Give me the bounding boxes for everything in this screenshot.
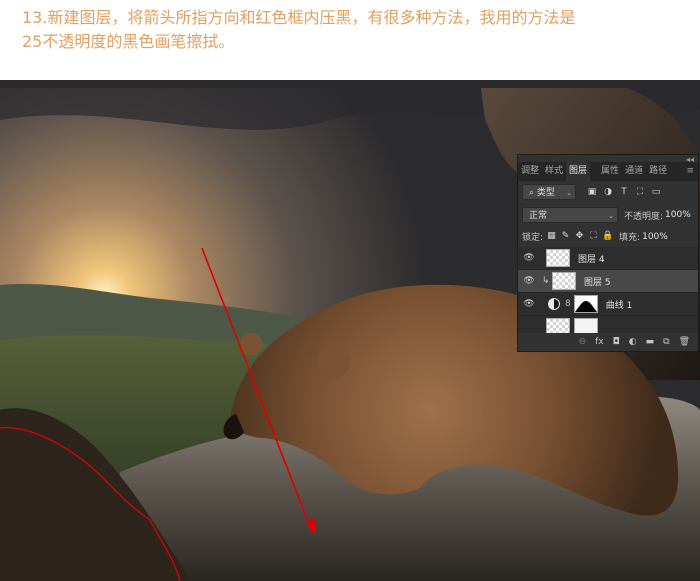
panel-menu-icon[interactable]: ≡: [686, 162, 698, 181]
layer-row-layer-4[interactable]: 👁 图层 4: [518, 247, 698, 270]
layer-mask-thumbnail: [573, 295, 598, 313]
pixel-layer-filter-icon[interactable]: ▣: [586, 186, 598, 198]
layer-thumbnail: [552, 272, 576, 290]
tab-styles[interactable]: 样式: [542, 162, 566, 181]
canvas-top-bar: [0, 80, 700, 88]
lock-image-pixels-icon[interactable]: ✎: [560, 231, 571, 242]
tab-properties[interactable]: 属性: [598, 162, 622, 181]
layers-footer-toolbar: ⊖ fx ◘ ◐ ▬ ⧉ 🗑: [518, 333, 698, 351]
layer-mask-thumbnail: [574, 318, 598, 333]
type-layer-filter-icon[interactable]: T: [618, 186, 630, 198]
layer-style-fx-icon[interactable]: fx: [595, 336, 604, 348]
layer-filter-value: 类型: [536, 188, 555, 198]
layer-row-layer-5[interactable]: 👁 ↳ 图层 5: [518, 270, 698, 293]
tab-channels[interactable]: 通道: [622, 162, 646, 181]
blend-mode-value: 正常: [529, 211, 548, 221]
trash-icon[interactable]: 🗑: [679, 336, 690, 348]
lock-transparency-icon[interactable]: ▦: [546, 231, 557, 242]
layer-thumbnail: [546, 249, 570, 267]
layer-name[interactable]: 图层 4: [578, 252, 605, 265]
shape-layer-filter-icon[interactable]: ⛶: [634, 186, 646, 198]
layers-list: 👁 图层 4 👁 ↳ 图层 5 👁 8 曲线 1: [518, 247, 698, 333]
layer-filter-row: ⌕ 类型 ⌄ ▣ ◑ T ⛶ ▭: [518, 183, 698, 201]
layer-filter-dropdown[interactable]: ⌕ 类型 ⌄: [522, 184, 576, 200]
link-icon: 8: [565, 299, 571, 309]
adjustment-layer-icon: [548, 298, 560, 310]
curve-mask-shape: [574, 301, 597, 312]
filter-icon-group: ▣ ◑ T ⛶ ▭: [586, 186, 662, 198]
panel-tab-bar: 调整 样式 图层 属性 通道 路径 ≡: [518, 162, 698, 181]
layer-name[interactable]: 图层 5: [584, 275, 611, 288]
layer-thumbnail: [546, 318, 570, 333]
layer-row-partial[interactable]: [518, 316, 698, 333]
adjustment-layer-filter-icon[interactable]: ◑: [602, 186, 614, 198]
tab-layers[interactable]: 图层: [566, 162, 591, 181]
new-adjustment-icon[interactable]: ◐: [629, 336, 637, 348]
new-group-icon[interactable]: ▬: [646, 336, 655, 348]
lock-position-icon[interactable]: ✥: [574, 231, 585, 242]
tab-paths[interactable]: 路径: [646, 162, 670, 181]
eye-icon[interactable]: 👁: [522, 276, 536, 286]
add-mask-icon[interactable]: ◘: [613, 336, 620, 348]
opacity-value[interactable]: 100%: [665, 210, 691, 220]
opacity-label: 不透明度:: [624, 211, 664, 222]
eye-icon[interactable]: 👁: [522, 253, 536, 263]
bear-ear: [318, 346, 350, 378]
eye-icon[interactable]: 👁: [522, 299, 536, 309]
search-icon: ⌕: [529, 188, 535, 198]
blend-mode-dropdown[interactable]: 正常 ⌄: [522, 207, 618, 223]
lock-artboard-icon[interactable]: ⛶: [588, 231, 599, 242]
instruction-text: 13.新建图层，将箭头所指方向和红色框内压黑，有很多种方法，我用的方法是 25不…: [22, 6, 682, 54]
layer-row-curves-1[interactable]: 👁 8 曲线 1: [518, 293, 698, 316]
fill-value[interactable]: 100%: [642, 232, 668, 242]
lock-all-icon[interactable]: 🔒: [602, 231, 613, 242]
lock-icon-group: ▦ ✎ ✥ ⛶ 🔒: [546, 231, 613, 242]
lock-label: 锁定:: [522, 233, 544, 243]
chevron-down-icon: ⌄: [608, 212, 614, 220]
fill-label: 填充:: [619, 233, 641, 243]
layers-panel: ◂◂ 调整 样式 图层 属性 通道 路径 ≡ ⌕ 类型 ⌄ ▣ ◑ T ⛶ ▭ …: [518, 155, 698, 351]
lock-row: 锁定: ▦ ✎ ✥ ⛶ 🔒 填充: 100%: [518, 228, 698, 245]
instruction-line-1: 13.新建图层，将箭头所指方向和红色框内压黑，有很多种方法，我用的方法是: [22, 8, 576, 27]
link-layers-icon[interactable]: ⊖: [579, 336, 587, 348]
smart-object-filter-icon[interactable]: ▭: [650, 186, 662, 198]
layer-name[interactable]: 曲线 1: [606, 298, 633, 311]
chevron-down-icon: ⌄: [566, 189, 572, 197]
clipping-arrow-icon: ↳: [542, 276, 550, 286]
new-layer-icon[interactable]: ⧉: [663, 336, 669, 348]
tab-adjustments[interactable]: 调整: [518, 162, 542, 181]
blend-mode-row: 正常 ⌄ 不透明度: 100%: [518, 206, 698, 224]
instruction-line-2: 25不透明度的黑色画笔擦拭。: [22, 32, 235, 51]
bear-ear-left: [240, 333, 262, 355]
